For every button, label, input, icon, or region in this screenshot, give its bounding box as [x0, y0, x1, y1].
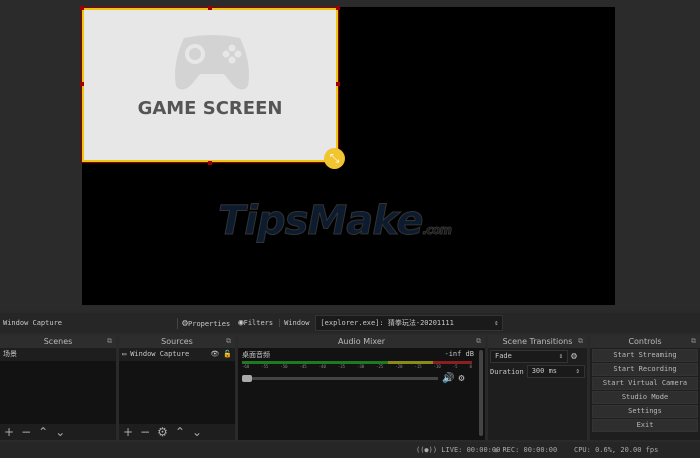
undock-icon[interactable]: ⧉: [578, 335, 583, 348]
gear-icon[interactable]: ⚙: [458, 373, 464, 384]
settings-button[interactable]: Settings: [592, 405, 698, 418]
gear-icon[interactable]: ⚙: [157, 425, 168, 439]
transform-handle[interactable]: [336, 6, 340, 10]
meter-tick: -25: [376, 364, 384, 369]
meter-tick: -40: [318, 364, 326, 369]
studio-mode-button[interactable]: Studio Mode: [592, 391, 698, 404]
transform-handle[interactable]: [336, 82, 340, 86]
scenes-dock: Scenes ⧉ 场景 + − ⌃ ⌄: [0, 335, 116, 440]
meter-tick: -5: [452, 364, 458, 369]
speaker-icon[interactable]: 🔊: [442, 373, 454, 384]
status-bar: ((●)) LIVE: 00:00:00 ● REC: 00:00:00 CPU…: [0, 442, 700, 458]
gear-icon[interactable]: ⚙: [571, 351, 577, 362]
move-down-icon[interactable]: ⌄: [192, 425, 202, 439]
source-item[interactable]: ▭ Window Capture 👁 🔓: [119, 348, 235, 361]
move-up-icon[interactable]: ⌃: [175, 425, 185, 439]
window-label: Window: [279, 319, 309, 327]
undock-icon[interactable]: ⧉: [691, 335, 696, 348]
meter-tick: -45: [299, 364, 307, 369]
remove-icon[interactable]: −: [140, 425, 150, 439]
resize-icon[interactable]: ⤡: [324, 148, 345, 169]
window-icon: ▭: [122, 350, 127, 358]
undock-icon[interactable]: ⧉: [476, 335, 481, 348]
undock-icon[interactable]: ⧉: [107, 335, 112, 348]
transform-handle[interactable]: [208, 161, 212, 165]
start-recording-button[interactable]: Start Recording: [592, 363, 698, 376]
properties-button[interactable]: ⚙Properties: [177, 317, 230, 329]
channel-name: 桌面音频: [242, 351, 270, 359]
audio-mixer-dock: Audio Mixer ⧉ 桌面音频 -inf dB -60 -55 -50 -45 -40…: [238, 335, 485, 440]
window-select[interactable]: [explorer.exe]: 猜拳玩法-20201111 ⇕: [315, 315, 504, 331]
scrollbar[interactable]: [479, 350, 483, 436]
exit-button[interactable]: Exit: [592, 419, 698, 432]
transition-select[interactable]: Fade ⇕: [490, 350, 568, 363]
duration-label: Duration: [490, 367, 524, 376]
move-up-icon[interactable]: ⌃: [38, 425, 48, 439]
cpu-fps: CPU: 0.6%, 20.00 fps: [574, 446, 659, 454]
sources-dock: Sources ⧉ ▭ Window Capture 👁 🔓 + − ⚙ ⌃ ⌄: [119, 335, 235, 440]
meter-tick: -20: [395, 364, 403, 369]
duration-spinbox[interactable]: 300 ms ⇕: [526, 365, 585, 378]
transform-handle[interactable]: [208, 6, 212, 10]
meter-tick: 0: [469, 364, 472, 369]
meter-tick: -55: [261, 364, 269, 369]
controls-dock: Controls ⧉ Start Streaming Start Recordin…: [590, 335, 700, 440]
selected-source-name: Window Capture: [3, 319, 63, 327]
lock-icon[interactable]: 🔓: [223, 348, 232, 361]
meter-tick: -15: [414, 364, 422, 369]
volume-slider[interactable]: [242, 375, 438, 382]
meter-tick: -60: [242, 364, 250, 369]
scenes-title: Scenes: [43, 337, 73, 346]
move-down-icon[interactable]: ⌄: [55, 425, 65, 439]
meter-tick: -30: [356, 364, 365, 369]
meter-tick: -10: [433, 364, 441, 369]
start-streaming-button[interactable]: Start Streaming: [592, 349, 698, 362]
record-icon: ●: [494, 446, 499, 454]
add-icon[interactable]: +: [4, 425, 14, 439]
level-readout: -inf dB: [444, 350, 474, 358]
transitions-title: Scene Transitions: [502, 337, 573, 346]
filters-button[interactable]: ◉Filters: [238, 318, 273, 328]
add-icon[interactable]: +: [123, 425, 133, 439]
live-indicator: ((●)) LIVE: 00:00:00: [416, 446, 501, 454]
chevron-updown-icon: ⇕: [494, 319, 499, 327]
spin-icon[interactable]: ⇕: [576, 366, 580, 377]
transform-handle[interactable]: [80, 6, 84, 10]
watermark-logo: TipsMake.com: [218, 198, 453, 245]
rec-indicator: ● REC: 00:00:00: [494, 446, 558, 454]
meter-tick: -35: [337, 364, 346, 369]
source-toolbar: Window Capture ⚙Properties ◉Filters Wind…: [0, 313, 700, 333]
sources-title: Sources: [161, 337, 193, 346]
remove-icon[interactable]: −: [21, 425, 31, 439]
controls-title: Controls: [628, 337, 662, 346]
scene-item[interactable]: 场景: [0, 348, 116, 361]
eye-icon[interactable]: 👁: [210, 348, 219, 361]
broadcast-icon: ((●)): [416, 446, 438, 454]
transform-handle[interactable]: [80, 82, 84, 86]
preview-area[interactable]: GAME SCREEN ⤡ TipsMake.com: [0, 0, 700, 310]
gamepad-icon: [175, 35, 249, 90]
window-capture-source[interactable]: GAME SCREEN: [81, 7, 339, 163]
scene-transitions-dock: Scene Transitions ⧉ Fade ⇕ ⚙ Duration 300 ms…: [488, 335, 587, 440]
game-screen-label: GAME SCREEN: [137, 98, 283, 119]
meter-ticks: -60 -55 -50 -45 -40 -35 -30 -25 -20 -15 -10 -5 0: [242, 364, 472, 369]
chevron-updown-icon: ⇕: [558, 352, 563, 360]
undock-icon[interactable]: ⧉: [226, 335, 231, 348]
start-virtual-camera-button[interactable]: Start Virtual Camera: [592, 377, 698, 390]
audio-mixer-title: Audio Mixer: [337, 337, 386, 346]
slider-handle[interactable]: [242, 375, 252, 382]
meter-tick: -50: [280, 364, 288, 369]
